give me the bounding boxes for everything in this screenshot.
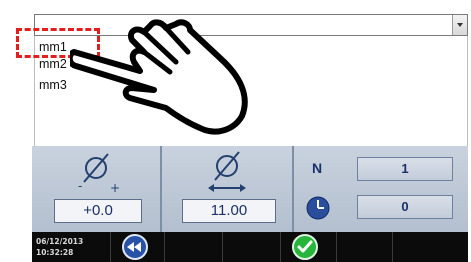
time-text: 10:32:28	[36, 248, 74, 257]
svg-text:+: +	[110, 181, 120, 194]
n-label: N	[312, 160, 323, 176]
diameter-offset-icon: - +	[78, 153, 120, 194]
status-separator	[164, 232, 165, 262]
status-separator	[336, 232, 337, 262]
date-text: 06/12/2013	[36, 237, 84, 246]
offset-value[interactable]: +0.0	[54, 199, 142, 223]
back-button[interactable]	[120, 233, 150, 261]
diameter-value[interactable]: 11.00	[182, 199, 276, 223]
svg-text:-: -	[78, 179, 82, 193]
confirm-button[interactable]	[290, 233, 320, 261]
status-separator	[222, 232, 223, 262]
pointing-hand-icon	[70, 19, 248, 135]
status-separator	[392, 232, 393, 262]
dropdown-option-mm3[interactable]: mm3	[39, 78, 67, 92]
datetime: 06/12/2013 10:32:28	[36, 236, 83, 258]
clock-icon	[306, 196, 330, 220]
status-separator	[280, 232, 281, 262]
dropdown-arrow-button[interactable]	[452, 15, 467, 35]
dropdown-option-mm2[interactable]: mm2	[39, 57, 67, 71]
status-bar	[32, 232, 468, 262]
status-separator	[110, 232, 111, 262]
n-value-field[interactable]: 1	[357, 157, 453, 181]
diameter-width-icon	[208, 151, 246, 192]
timer-value-field[interactable]: 0	[357, 195, 453, 219]
